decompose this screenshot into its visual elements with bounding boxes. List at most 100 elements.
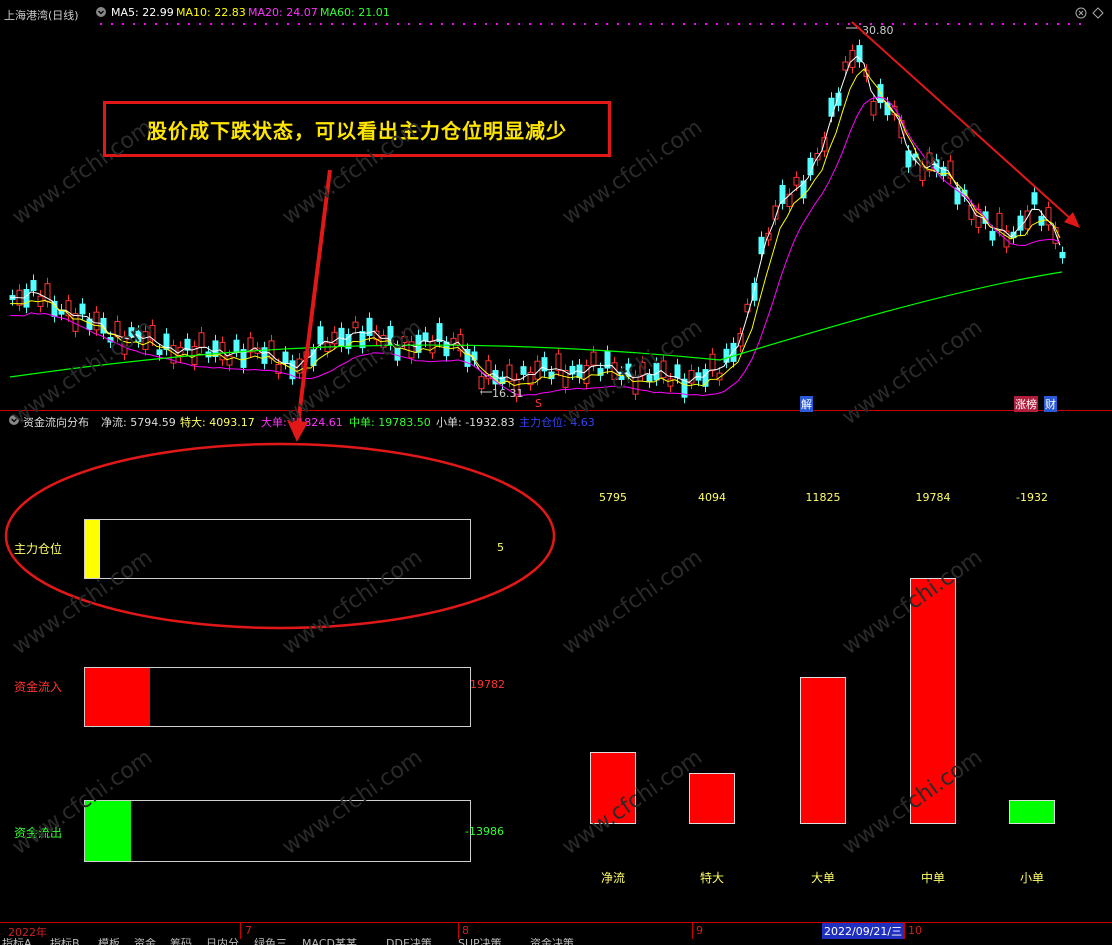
column-bar [910, 578, 956, 824]
signal-dot [1024, 23, 1026, 25]
candle-body [226, 355, 233, 366]
candle-body [723, 348, 730, 363]
candle-body [583, 365, 590, 385]
candle-body [23, 288, 30, 308]
zhongdan-readout: 中单: 19783.50 [349, 416, 431, 429]
candle-body [793, 176, 800, 186]
signal-dot [969, 23, 971, 25]
column-name: 小单 [1019, 871, 1044, 885]
jingliu-readout: 净流: 5794.59 [101, 416, 176, 429]
column-name: 大单 [810, 871, 835, 885]
signal-dot [991, 23, 993, 25]
bottom-tab[interactable]: 绿色三 [254, 938, 287, 945]
candle-body [359, 331, 366, 349]
bottom-tab[interactable]: 资金决策 [530, 938, 574, 945]
candle-body [436, 323, 443, 343]
bottom-tab[interactable]: 筹码 [170, 938, 192, 945]
close-circle-icon[interactable] [1075, 7, 1087, 22]
candle-body [142, 331, 149, 350]
candle-body [520, 366, 527, 375]
signal-dot [628, 23, 630, 25]
candle-body [709, 353, 716, 372]
signal-dot [408, 23, 410, 25]
signal-dot [309, 23, 311, 25]
signal-dot [254, 23, 256, 25]
candle-body [156, 349, 163, 356]
signal-dot [397, 23, 399, 25]
bottom-tab[interactable]: 日内分 [206, 938, 239, 945]
signal-dot [716, 23, 718, 25]
column-value: 11825 [805, 491, 841, 504]
sell-marker[interactable]: S [535, 397, 542, 410]
candle-body [422, 332, 429, 342]
diamond-icon[interactable] [1092, 7, 1104, 22]
cangwei-bar-fill [85, 520, 101, 578]
candle-body [303, 351, 310, 358]
signal-dot [650, 23, 652, 25]
candle-body [233, 339, 240, 352]
signal-dot [705, 23, 707, 25]
column-bar [689, 773, 735, 824]
signal-dot [661, 23, 663, 25]
signal-dot [683, 23, 685, 25]
chart-title: 上海港湾(日线) [4, 9, 79, 22]
candle-body [30, 280, 37, 292]
inflow-bar [84, 667, 471, 727]
candle-body [79, 303, 86, 315]
candle-body [653, 362, 660, 381]
bottom-tab[interactable]: 指标A [2, 938, 32, 945]
signal-dot [452, 23, 454, 25]
candle-body [352, 321, 359, 329]
column-name: 净流 [600, 871, 625, 885]
limit-up-marker[interactable]: 涨榜 [1014, 396, 1038, 412]
signal-dot [573, 23, 575, 25]
signal-dot [353, 23, 355, 25]
signal-dot [749, 23, 751, 25]
settings-circle-icon[interactable] [95, 6, 107, 21]
candle-body [639, 361, 646, 376]
signal-dot [782, 23, 784, 25]
indicator-settings-icon[interactable] [8, 414, 20, 429]
ma10-label: MA10: 22.83 [176, 6, 246, 19]
bottom-tab[interactable]: DDE决策 [386, 938, 432, 945]
candle-body [282, 351, 289, 364]
candlestick-chart [9, 23, 1081, 404]
candle-body [1031, 192, 1038, 205]
signal-dot [276, 23, 278, 25]
bottom-tab[interactable]: SUP决策 [458, 938, 502, 945]
candle-body [919, 166, 926, 181]
signal-dot [551, 23, 553, 25]
bottom-tab[interactable]: MACD某某 [302, 938, 357, 945]
signal-dot [947, 23, 949, 25]
ma60-label: MA60: 21.01 [320, 6, 390, 19]
price-panel[interactable] [0, 0, 1112, 411]
column-bar [1009, 799, 1055, 824]
signal-dot [936, 23, 938, 25]
signal-dot [815, 23, 817, 25]
signal-dot [540, 23, 542, 25]
jie-marker[interactable]: 解 [800, 396, 813, 412]
time-tick-sep: 9 [696, 924, 703, 937]
cangwei-value: 5 [497, 541, 504, 554]
watermark: www.cfchi.com [557, 544, 708, 661]
bottom-tab[interactable]: 资金 [134, 938, 156, 945]
signal-dot [771, 23, 773, 25]
signal-dot [188, 23, 190, 25]
signal-dot [980, 23, 982, 25]
high-price-label: 30.80 [862, 24, 894, 37]
time-axis: 2022年 7 8 9 2022/09/21/三 10 [0, 922, 1112, 939]
signal-dot [166, 23, 168, 25]
signal-dot [485, 23, 487, 25]
signal-dot [265, 23, 267, 25]
bottom-tab[interactable]: 指标B [50, 938, 80, 945]
outflow-bar [84, 800, 471, 862]
signal-dot [958, 23, 960, 25]
bottom-tab[interactable]: 模板 [98, 938, 120, 945]
signal-dot [474, 23, 476, 25]
column-bar [800, 676, 846, 824]
signal-dot [584, 23, 586, 25]
signal-dot [837, 23, 839, 25]
candle-body [121, 336, 128, 355]
signal-dot [419, 23, 421, 25]
finance-marker[interactable]: 财 [1044, 396, 1057, 412]
